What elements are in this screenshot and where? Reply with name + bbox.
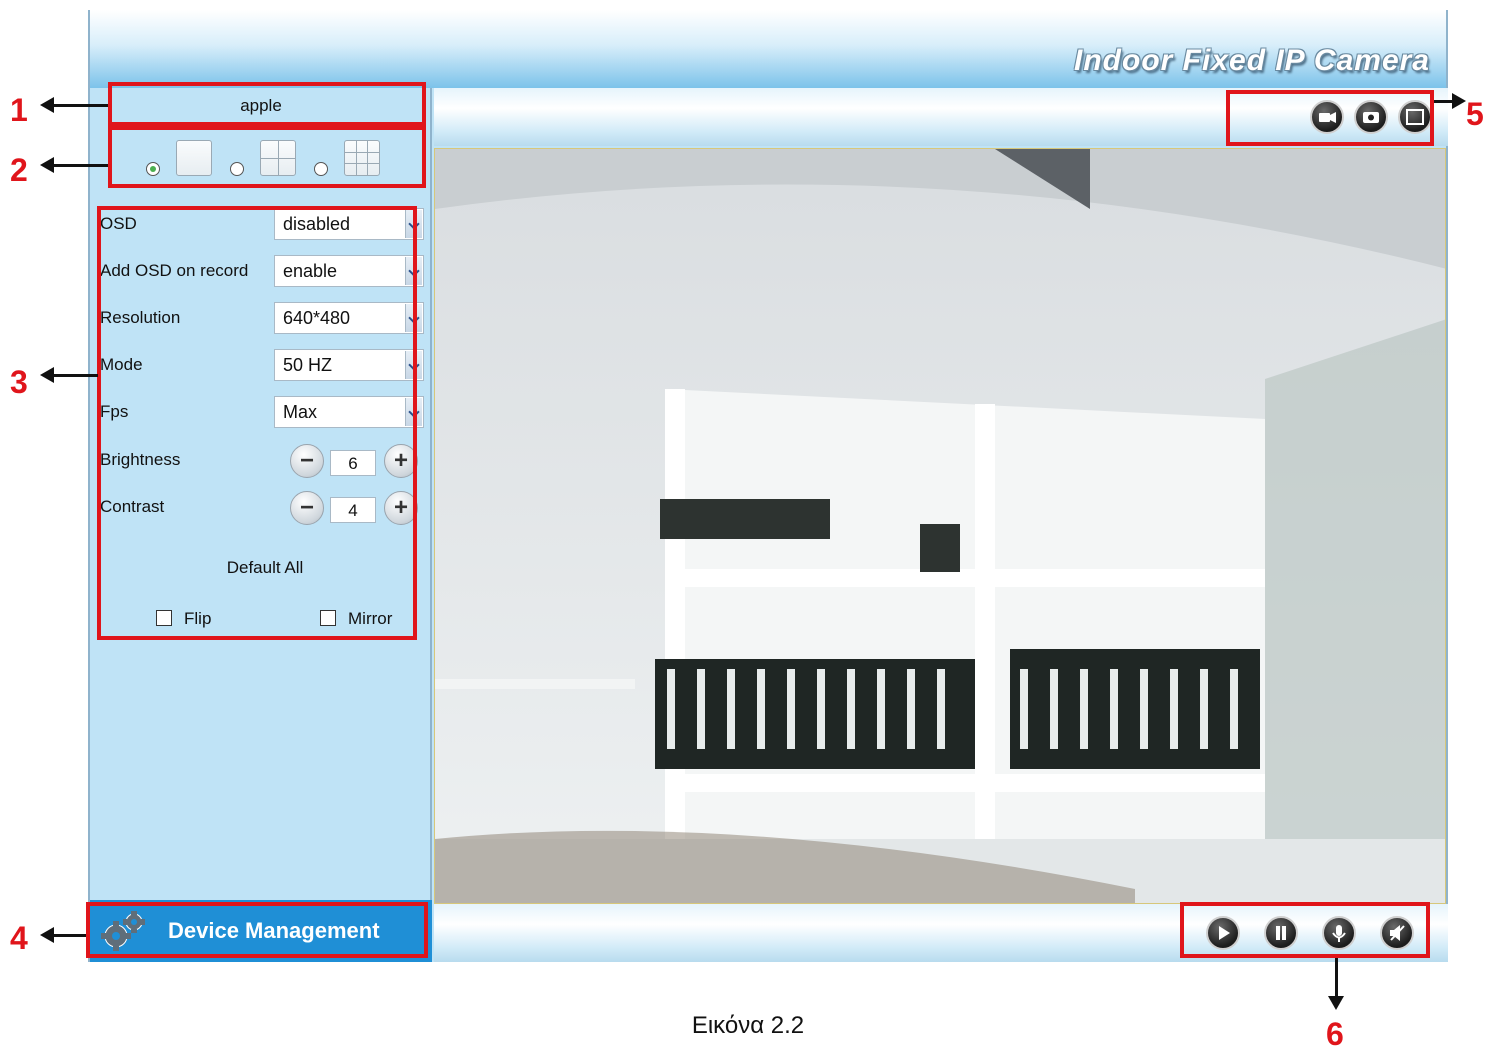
callout-2: 2	[10, 152, 28, 188]
arrow-left-icon	[40, 157, 54, 173]
arrow-left-icon	[40, 927, 54, 943]
arrow-left-icon	[40, 367, 54, 383]
callout-arrow-4	[50, 934, 86, 937]
callout-arrow-1	[50, 104, 108, 107]
arrow-right-icon	[1452, 93, 1466, 109]
callout-arrow-2	[50, 164, 108, 167]
callout-3: 3	[10, 364, 28, 400]
annotation-box-3	[97, 206, 417, 640]
callout-4: 4	[10, 920, 28, 956]
live-video-view[interactable]	[434, 148, 1446, 904]
figure-caption: Εικόνα 2.2	[691, 1012, 805, 1039]
app-header: Indoor Fixed IP Camera	[90, 10, 1446, 88]
arrow-left-icon	[40, 97, 54, 113]
callout-1: 1	[10, 92, 28, 128]
callout-arrow-3	[50, 374, 98, 377]
callout-5: 5	[1466, 96, 1484, 132]
callout-arrow-6	[1335, 958, 1338, 998]
camera-feed-image	[435, 149, 1445, 903]
annotation-box-6	[1180, 902, 1430, 958]
app-title: Indoor Fixed IP Camera	[1074, 44, 1430, 77]
annotation-box-2	[108, 126, 426, 188]
annotation-box-4	[86, 902, 428, 958]
annotation-box-5	[1226, 90, 1434, 146]
arrow-down-icon	[1328, 996, 1344, 1010]
annotation-box-1	[108, 82, 426, 126]
